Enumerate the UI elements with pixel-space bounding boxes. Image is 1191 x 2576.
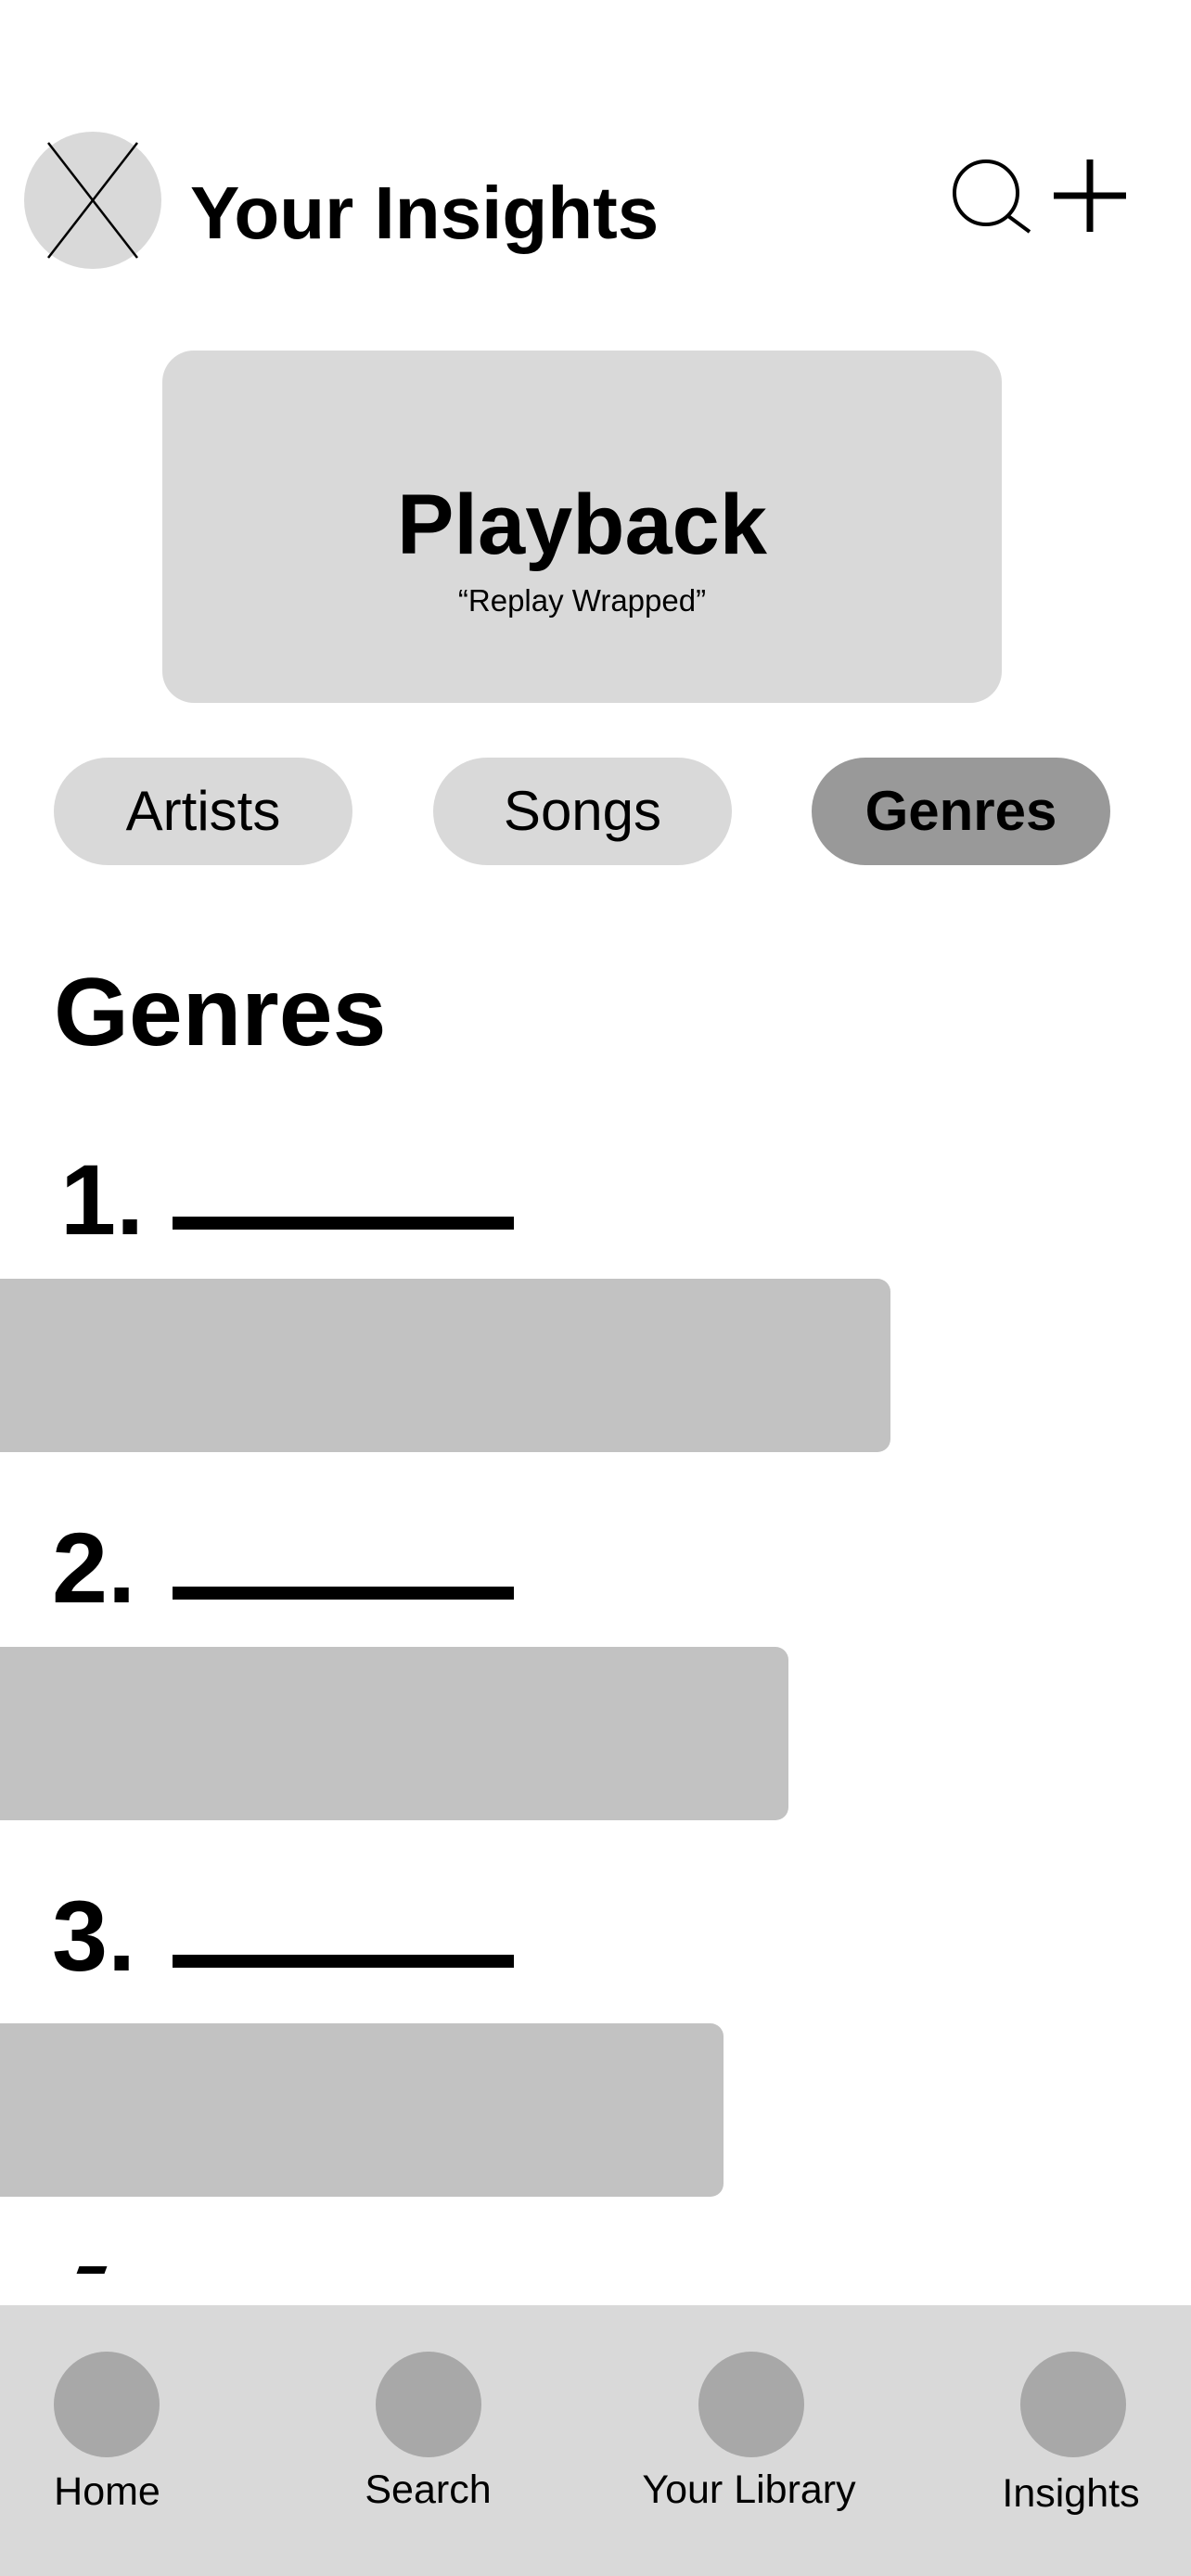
add-button[interactable]: [1050, 156, 1130, 236]
avatar[interactable]: [24, 132, 161, 269]
section-title: Genres: [54, 959, 387, 1066]
nav-insights[interactable]: Insights: [893, 2305, 1191, 2576]
nav-search[interactable]: Search: [298, 2305, 596, 2576]
avatar-placeholder-icon: [24, 132, 161, 269]
tab-genres[interactable]: Genres: [812, 758, 1110, 865]
bottom-nav: Home Search Your Library Insights: [0, 2305, 1191, 2576]
nav-label: Search: [365, 2468, 492, 2512]
genre-name-placeholder: [173, 1587, 514, 1600]
rank-number: 2.: [52, 1511, 136, 1624]
genre-bar[interactable]: [0, 1279, 890, 1452]
library-icon: [698, 2352, 804, 2457]
next-rank-partial: [76, 2266, 108, 2274]
playback-subtitle: “Replay Wrapped”: [457, 583, 707, 618]
genre-name-placeholder: [173, 1217, 514, 1230]
tab-artists[interactable]: Artists: [54, 758, 352, 865]
nav-home[interactable]: Home: [0, 2305, 298, 2576]
rank-number: 3.: [52, 1880, 136, 1992]
playback-title: Playback: [397, 478, 767, 572]
nav-label: Home: [54, 2469, 160, 2514]
playback-card[interactable]: Playback “Replay Wrapped”: [162, 351, 1002, 703]
search-nav-icon: [376, 2352, 481, 2457]
nav-your-library[interactable]: Your Library: [596, 2305, 893, 2576]
insights-icon: [1020, 2352, 1126, 2457]
search-button[interactable]: [952, 158, 1033, 239]
genre-bar[interactable]: [0, 1647, 788, 1820]
home-icon: [54, 2352, 160, 2457]
nav-label: Your Library: [642, 2468, 856, 2512]
plus-icon: [1054, 159, 1126, 232]
rank-number: 1.: [60, 1143, 145, 1256]
page-title: Your Insights: [190, 172, 660, 254]
search-icon: [953, 159, 1031, 234]
genre-bar[interactable]: [0, 2023, 724, 2197]
genre-name-placeholder: [173, 1955, 514, 1968]
nav-label: Insights: [1002, 2471, 1140, 2516]
tab-songs[interactable]: Songs: [433, 758, 732, 865]
